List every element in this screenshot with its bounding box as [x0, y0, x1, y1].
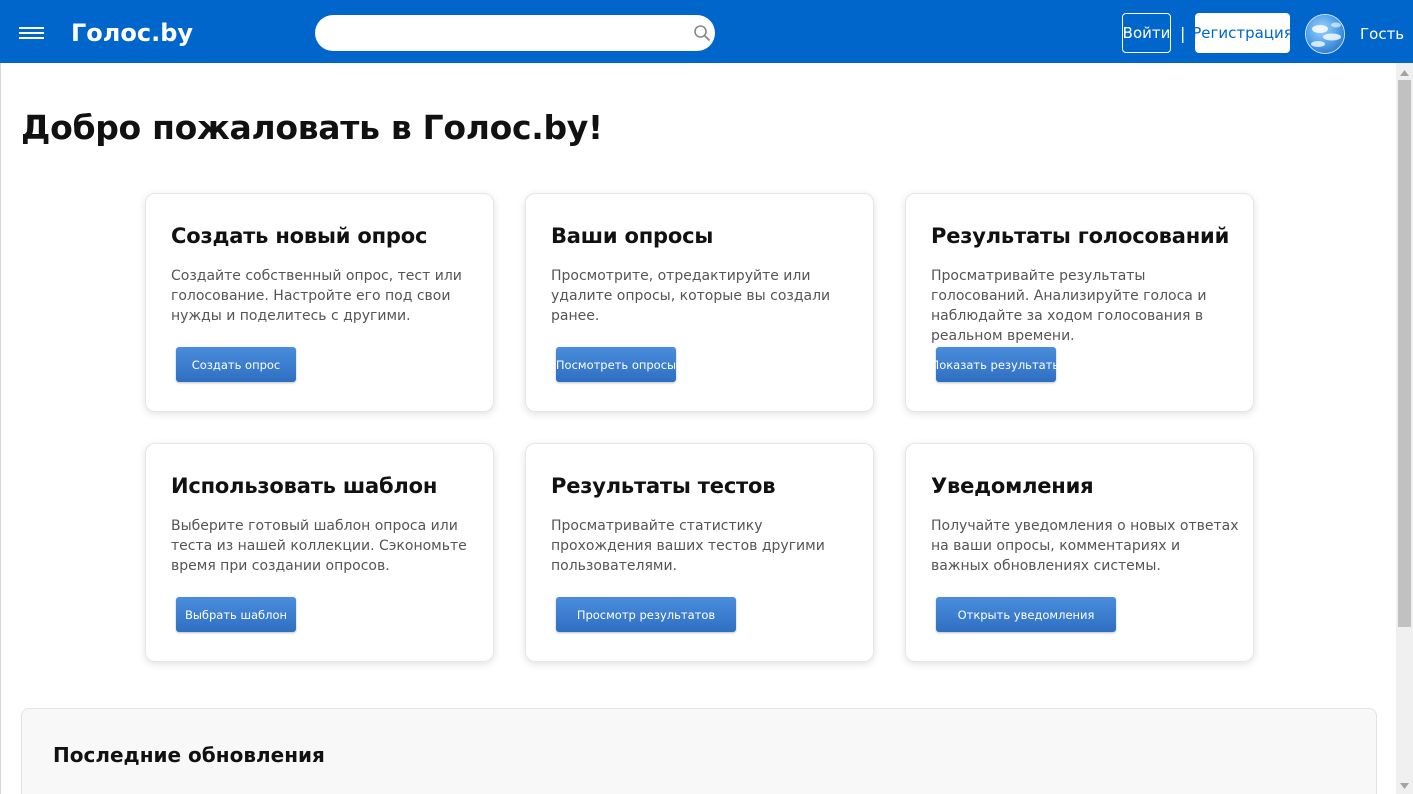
card-title: Результаты тестов: [551, 474, 776, 498]
scrollbar[interactable]: [1396, 63, 1413, 794]
search-box: [315, 15, 715, 51]
updates-section: Последние обновления: [21, 708, 1377, 794]
guest-label: Гость: [1360, 25, 1405, 43]
card-description: Просматривайте результаты голосований. А…: [931, 268, 1207, 344]
show-results-button[interactable]: Показать результаты: [931, 347, 1061, 382]
create-poll-button[interactable]: Создать опрос: [176, 347, 296, 382]
card-title: Уведомления: [931, 474, 1094, 498]
header-separator: |: [1180, 24, 1186, 43]
card-use-template: Использовать шаблон Выберите готовый шаб…: [145, 443, 494, 662]
choose-template-button[interactable]: Выбрать шаблон: [176, 597, 296, 632]
scrollbar-thumb[interactable]: [1398, 80, 1411, 627]
avatar-globe-icon: [1306, 15, 1344, 53]
card-title: Результаты голосований: [931, 224, 1230, 248]
login-button[interactable]: Войти: [1122, 13, 1171, 53]
card-description: Просматривайте статистику прохождения ва…: [551, 518, 825, 574]
card-create-poll: Создать новый опрос Создайте собственный…: [145, 193, 494, 412]
card-description: Просмотрите, отредактируйте или удалите …: [551, 268, 831, 324]
open-notifications-button[interactable]: Открыть уведомления: [936, 597, 1116, 632]
card-description: Создайте собственный опрос, тест или гол…: [171, 268, 462, 324]
page-edge: [0, 63, 1, 794]
search-input[interactable]: [315, 15, 675, 51]
card-description: Получайте уведомления о новых ответах на…: [931, 518, 1239, 574]
view-test-results-button[interactable]: Просмотр результатов: [556, 597, 736, 632]
header: Голос.by Войти | Регистрация Гость: [0, 0, 1413, 63]
card-your-polls: Ваши опросы Просмотрите, отредактируйте …: [525, 193, 874, 412]
logo[interactable]: Голос.by: [71, 19, 193, 47]
card-description: Выберите готовый шаблон опроса или теста…: [171, 518, 467, 574]
page-title: Добро пожаловать в Голос.by!: [21, 108, 603, 147]
card-title: Создать новый опрос: [171, 224, 428, 248]
register-button[interactable]: Регистрация: [1192, 13, 1293, 53]
card-title: Использовать шаблон: [171, 474, 438, 498]
hamburger-menu-icon[interactable]: [19, 27, 44, 39]
updates-title: Последние обновления: [53, 743, 325, 767]
scroll-up-arrow-icon[interactable]: [1396, 67, 1413, 79]
card-title: Ваши опросы: [551, 224, 714, 248]
search-icon[interactable]: [693, 24, 711, 42]
avatar[interactable]: [1305, 14, 1345, 54]
card-notifications: Уведомления Получайте уведомления о новы…: [905, 443, 1254, 662]
scroll-down-arrow-icon[interactable]: [1396, 780, 1413, 792]
card-voting-results: Результаты голосований Просматривайте ре…: [905, 193, 1254, 412]
view-polls-button[interactable]: Посмотреть опросы: [556, 347, 676, 382]
card-test-results: Результаты тестов Просматривайте статист…: [525, 443, 874, 662]
